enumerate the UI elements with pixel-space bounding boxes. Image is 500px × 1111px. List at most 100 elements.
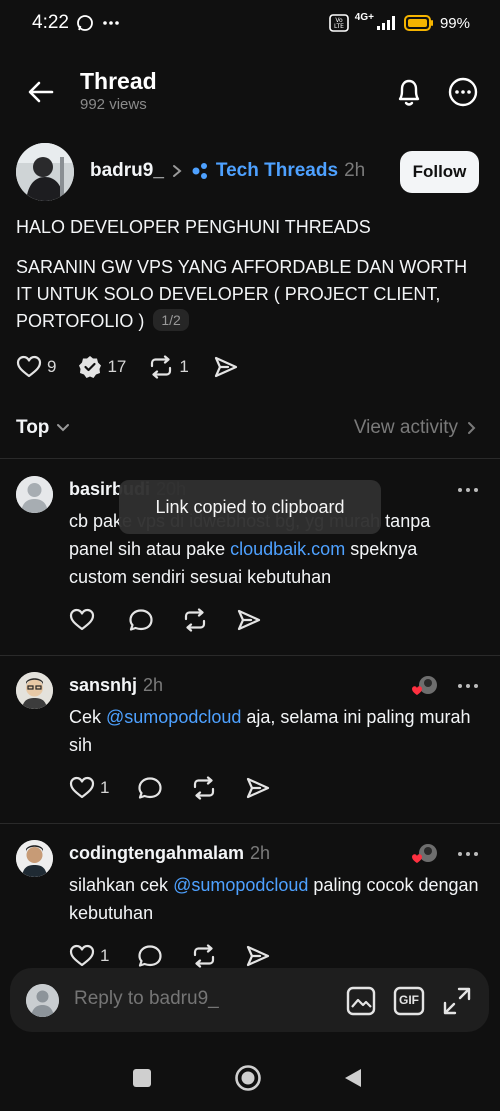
whatsapp-icon xyxy=(77,15,93,31)
liked-by-author-badge xyxy=(410,843,438,865)
reply-like-button[interactable] xyxy=(69,608,100,632)
view-activity-link[interactable]: View activity xyxy=(354,417,476,439)
back-arrow-icon xyxy=(28,81,54,103)
status-time: 4:22 xyxy=(32,12,69,33)
repost-button[interactable]: 1 xyxy=(148,355,189,379)
share-button[interactable] xyxy=(213,355,239,379)
reply-more-button[interactable] xyxy=(456,844,480,864)
heart-icon xyxy=(16,355,42,378)
reply-avatar[interactable] xyxy=(16,476,53,513)
post-text-line-2: SARANIN GW VPS YANG AFFORDABLE DAN WORTH… xyxy=(16,257,468,331)
back-triangle-icon xyxy=(345,1069,361,1087)
post-author-line: badru9_ Tech Threads 2h xyxy=(90,160,365,182)
reply-comment-button[interactable] xyxy=(128,608,154,632)
more-notifications-icon xyxy=(103,21,119,25)
reply-repost-button[interactable] xyxy=(191,944,217,968)
gif-label: GIF xyxy=(399,993,419,1007)
like-count: 1 xyxy=(100,946,110,965)
image-icon xyxy=(346,986,376,1016)
liked-by-author-badge xyxy=(410,675,438,697)
battery-icon xyxy=(403,15,433,31)
post-text-body: SARANIN GW VPS YANG AFFORDABLE DAN WORTH… xyxy=(16,254,486,335)
notifications-button[interactable] xyxy=(390,74,428,110)
page-title: Thread xyxy=(80,68,157,94)
attach-image-button[interactable] xyxy=(345,985,377,1017)
mention-link[interactable]: @sumopodcloud xyxy=(173,875,308,895)
reply-avatar[interactable] xyxy=(16,840,53,877)
send-icon xyxy=(214,356,237,378)
volte-icon: VoLTE xyxy=(328,14,349,32)
bell-icon xyxy=(398,79,420,106)
more-options-button[interactable] xyxy=(444,74,482,110)
more-horizontal-icon xyxy=(458,852,478,856)
reply-repost-button[interactable] xyxy=(191,776,217,800)
divider xyxy=(0,655,500,656)
heart-icon xyxy=(69,776,95,799)
reply-share-button[interactable] xyxy=(236,608,262,632)
reply-more-button[interactable] xyxy=(456,480,480,500)
sort-label: Top xyxy=(16,417,50,438)
heart-icon xyxy=(69,944,95,967)
reply-like-button[interactable]: 1 xyxy=(69,776,109,800)
more-horizontal-icon xyxy=(458,488,478,492)
chevron-right-icon xyxy=(468,422,476,434)
expand-composer-button[interactable] xyxy=(441,985,473,1017)
reply-share-button[interactable] xyxy=(245,944,271,968)
recents-button[interactable] xyxy=(131,1067,153,1089)
comment-icon xyxy=(129,609,153,631)
mention-link[interactable]: @sumopodcloud xyxy=(106,707,241,727)
home-square-icon xyxy=(133,1069,151,1087)
community-icon xyxy=(192,163,207,179)
reply-input[interactable] xyxy=(74,988,324,1010)
comment-icon xyxy=(138,777,163,799)
like-button[interactable]: 9 xyxy=(16,355,56,379)
battery-percent: 99% xyxy=(439,14,470,32)
comment-icon xyxy=(138,945,163,967)
reply-share-button[interactable] xyxy=(245,776,271,800)
repost-icon xyxy=(194,944,215,968)
community-link[interactable]: Tech Threads xyxy=(216,160,338,182)
reply-timestamp: 2h xyxy=(250,843,271,863)
post-author-avatar[interactable] xyxy=(16,143,74,201)
more-icon xyxy=(448,77,478,107)
reply-comment-button[interactable] xyxy=(137,944,163,968)
reply-comment-button[interactable] xyxy=(137,776,163,800)
repost-count: 1 xyxy=(179,357,189,376)
divider xyxy=(0,458,500,459)
reply-username[interactable]: sansnhj 2h xyxy=(69,675,163,696)
follow-button[interactable]: Follow xyxy=(400,151,479,193)
back-nav-button[interactable] xyxy=(342,1066,364,1090)
gif-button[interactable]: GIF xyxy=(393,985,425,1017)
status-notification-icons xyxy=(76,14,120,32)
reply-repost-button[interactable] xyxy=(182,608,208,632)
reply-link[interactable]: cloudbaik.com xyxy=(230,539,345,559)
back-button[interactable] xyxy=(22,74,60,110)
page-badge[interactable]: 1/2 xyxy=(153,309,189,331)
reply-username[interactable]: codingtengahmalam 2h xyxy=(69,843,270,864)
more-horizontal-icon xyxy=(458,684,478,688)
reply-like-button[interactable]: 1 xyxy=(69,944,109,968)
signal-icon xyxy=(376,16,395,30)
like-count: 1 xyxy=(100,778,110,797)
status-system-icons: Vo LTE 4G+ 99% xyxy=(328,11,470,32)
reply-more-button[interactable] xyxy=(456,676,480,696)
reply-text: Cek @sumopodcloud aja, selama ini paling… xyxy=(69,707,471,755)
svg-text:LTE: LTE xyxy=(334,23,344,30)
sort-dropdown[interactable]: Top xyxy=(16,417,71,439)
chevron-down-icon xyxy=(57,424,70,432)
post-text-line-1: HALO DEVELOPER PENGHUNI THREADS xyxy=(16,217,371,237)
send-icon xyxy=(247,945,270,967)
divider xyxy=(0,823,500,824)
reply-actions xyxy=(69,608,262,632)
replies-button[interactable]: 17 xyxy=(78,355,126,379)
reply-actions: 1 xyxy=(69,944,271,968)
network-type: 4G+ xyxy=(354,11,374,23)
send-icon xyxy=(237,609,261,631)
home-button[interactable] xyxy=(234,1064,262,1092)
reply-avatar[interactable] xyxy=(16,672,53,709)
reply-count: 17 xyxy=(107,357,127,376)
send-icon xyxy=(247,777,270,799)
post-username[interactable]: badru9_ xyxy=(90,160,164,182)
post-actions: 9 17 1 xyxy=(16,355,239,379)
repost-icon xyxy=(151,355,172,379)
